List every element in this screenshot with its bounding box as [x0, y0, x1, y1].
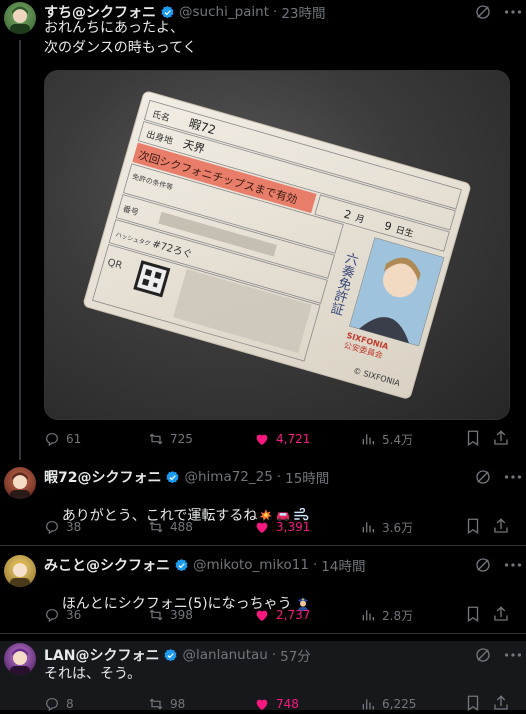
- divider: [0, 545, 526, 546]
- repost-button[interactable]: 398: [148, 605, 193, 625]
- handle[interactable]: @lanlanutau: [182, 647, 267, 663]
- handle[interactable]: @hima72_25: [184, 469, 272, 485]
- tweet-text-row: ほんとにシクフォニ(5)になっちゃう: [44, 574, 496, 634]
- tweet-suchi[interactable]: すち@シクフォニ @suchi_paint · 23時間 おれんちにあったよ、 …: [0, 0, 526, 455]
- tweet-text: それは、そう。: [44, 666, 142, 682]
- share-icon[interactable]: [492, 694, 510, 712]
- reply-button[interactable]: 36: [44, 605, 81, 625]
- divider: [0, 633, 526, 634]
- repost-count: 725: [170, 432, 193, 446]
- like-button[interactable]: 3,391: [254, 517, 310, 537]
- verified-icon: [164, 648, 177, 661]
- like-button[interactable]: 4,721: [254, 429, 310, 449]
- reply-icon: [46, 609, 58, 623]
- repost-icon: [149, 433, 163, 445]
- verified-icon: [166, 470, 179, 483]
- views-count: 6,225: [382, 697, 417, 711]
- timestamp[interactable]: 14時間: [321, 555, 365, 575]
- separator-dot: ·: [312, 557, 318, 573]
- views-icon: [362, 610, 374, 621]
- more-icon[interactable]: [502, 3, 524, 21]
- views-button[interactable]: 6,225: [360, 694, 416, 714]
- more-icon[interactable]: [502, 468, 524, 486]
- more-icon[interactable]: [502, 646, 524, 664]
- like-count: 748: [276, 697, 299, 711]
- repost-button[interactable]: 488: [148, 517, 193, 537]
- tweet-mikoto[interactable]: みこと@シクフォニ @mikoto_miko11 · 14時間 ほんとにシクフォ…: [0, 553, 526, 633]
- tweet-actions: 38 488 3,391 3.6万: [44, 517, 526, 537]
- tweet-lan[interactable]: LAN@シクフォニ @lanlanutau · 57分 それは、そう。 8 98…: [0, 641, 526, 712]
- repost-count: 98: [170, 697, 186, 711]
- like-icon: [256, 434, 268, 445]
- timestamp[interactable]: 15時間: [285, 467, 329, 487]
- repost-count: 398: [170, 608, 193, 622]
- grok-icon[interactable]: [474, 646, 492, 664]
- views-count: 5.4万: [382, 432, 414, 447]
- like-count: 3,391: [276, 520, 311, 534]
- share-icon[interactable]: [492, 517, 510, 535]
- reply-button[interactable]: 38: [44, 517, 81, 537]
- repost-button[interactable]: 98: [148, 694, 185, 714]
- share-icon[interactable]: [492, 429, 510, 447]
- tweet-text: おれんちにあったよ、 次のダンスの時もってく: [44, 20, 197, 56]
- license-card-photo: 氏名 暇72 出身地 天界 次回シクフォニチップスまで有効 2 月 9 日生 免…: [83, 91, 471, 399]
- display-name[interactable]: LAN@シクフォニ: [44, 645, 159, 665]
- views-icon: [362, 434, 374, 445]
- like-count: 2,737: [276, 608, 311, 622]
- reply-button[interactable]: 61: [44, 429, 81, 449]
- avatar[interactable]: [4, 467, 36, 499]
- like-button[interactable]: 2,737: [254, 605, 310, 625]
- grok-icon[interactable]: [474, 556, 492, 574]
- handle[interactable]: @mikoto_miko11: [193, 557, 309, 573]
- repost-icon: [149, 609, 163, 621]
- views-button[interactable]: 3.6万: [360, 517, 413, 537]
- reply-count: 36: [66, 608, 82, 622]
- reply-count: 61: [66, 432, 82, 446]
- avatar[interactable]: [4, 643, 36, 675]
- reply-button[interactable]: 8: [44, 694, 74, 714]
- bookmark-icon[interactable]: [464, 605, 482, 623]
- tweet-actions: 8 98 748 6,225: [44, 694, 526, 714]
- more-icon[interactable]: [502, 556, 524, 574]
- reply-count: 8: [66, 697, 74, 711]
- views-count: 3.6万: [382, 520, 414, 535]
- repost-button[interactable]: 725: [148, 429, 193, 449]
- separator-dot: ·: [271, 647, 277, 663]
- tweet-actions: 61 725 4,721 5.4万: [44, 429, 526, 449]
- tweet-actions: 36 398 2,737 2.8万: [44, 605, 526, 625]
- avatar[interactable]: [4, 555, 36, 587]
- display-name[interactable]: みこと@シクフォニ: [44, 555, 170, 575]
- views-icon: [362, 522, 374, 533]
- display-name[interactable]: 暇72@シクフォニ: [44, 467, 161, 487]
- bookmark-icon[interactable]: [464, 429, 482, 447]
- avatar[interactable]: [4, 2, 36, 34]
- repost-count: 488: [170, 520, 193, 534]
- separator-dot: ·: [276, 469, 282, 485]
- timestamp[interactable]: 57分: [280, 645, 311, 665]
- verified-icon: [175, 558, 188, 571]
- like-count: 4,721: [276, 432, 311, 446]
- views-count: 2.8万: [382, 608, 414, 623]
- reply-icon: [46, 433, 58, 447]
- bookmark-icon[interactable]: [464, 517, 482, 535]
- tweet-text-row: ありがとう、これで運転するね: [44, 486, 496, 546]
- share-icon[interactable]: [492, 605, 510, 623]
- bookmark-icon[interactable]: [464, 694, 482, 712]
- views-button[interactable]: 2.8万: [360, 605, 413, 625]
- like-icon: [256, 610, 268, 621]
- views-button[interactable]: 5.4万: [360, 429, 413, 449]
- like-icon: [256, 522, 268, 533]
- reply-count: 38: [66, 520, 82, 534]
- like-button[interactable]: 748: [254, 694, 299, 714]
- repost-icon: [149, 521, 163, 533]
- tweet-image[interactable]: 氏名 暇72 出身地 天界 次回シクフォニチップスまで有効 2 月 9 日生 免…: [44, 70, 510, 420]
- grok-icon[interactable]: [474, 468, 492, 486]
- tweet-hima72[interactable]: 暇72@シクフォニ @hima72_25 · 15時間 ありがとう、これで運転す…: [0, 465, 526, 545]
- reply-icon: [46, 521, 58, 535]
